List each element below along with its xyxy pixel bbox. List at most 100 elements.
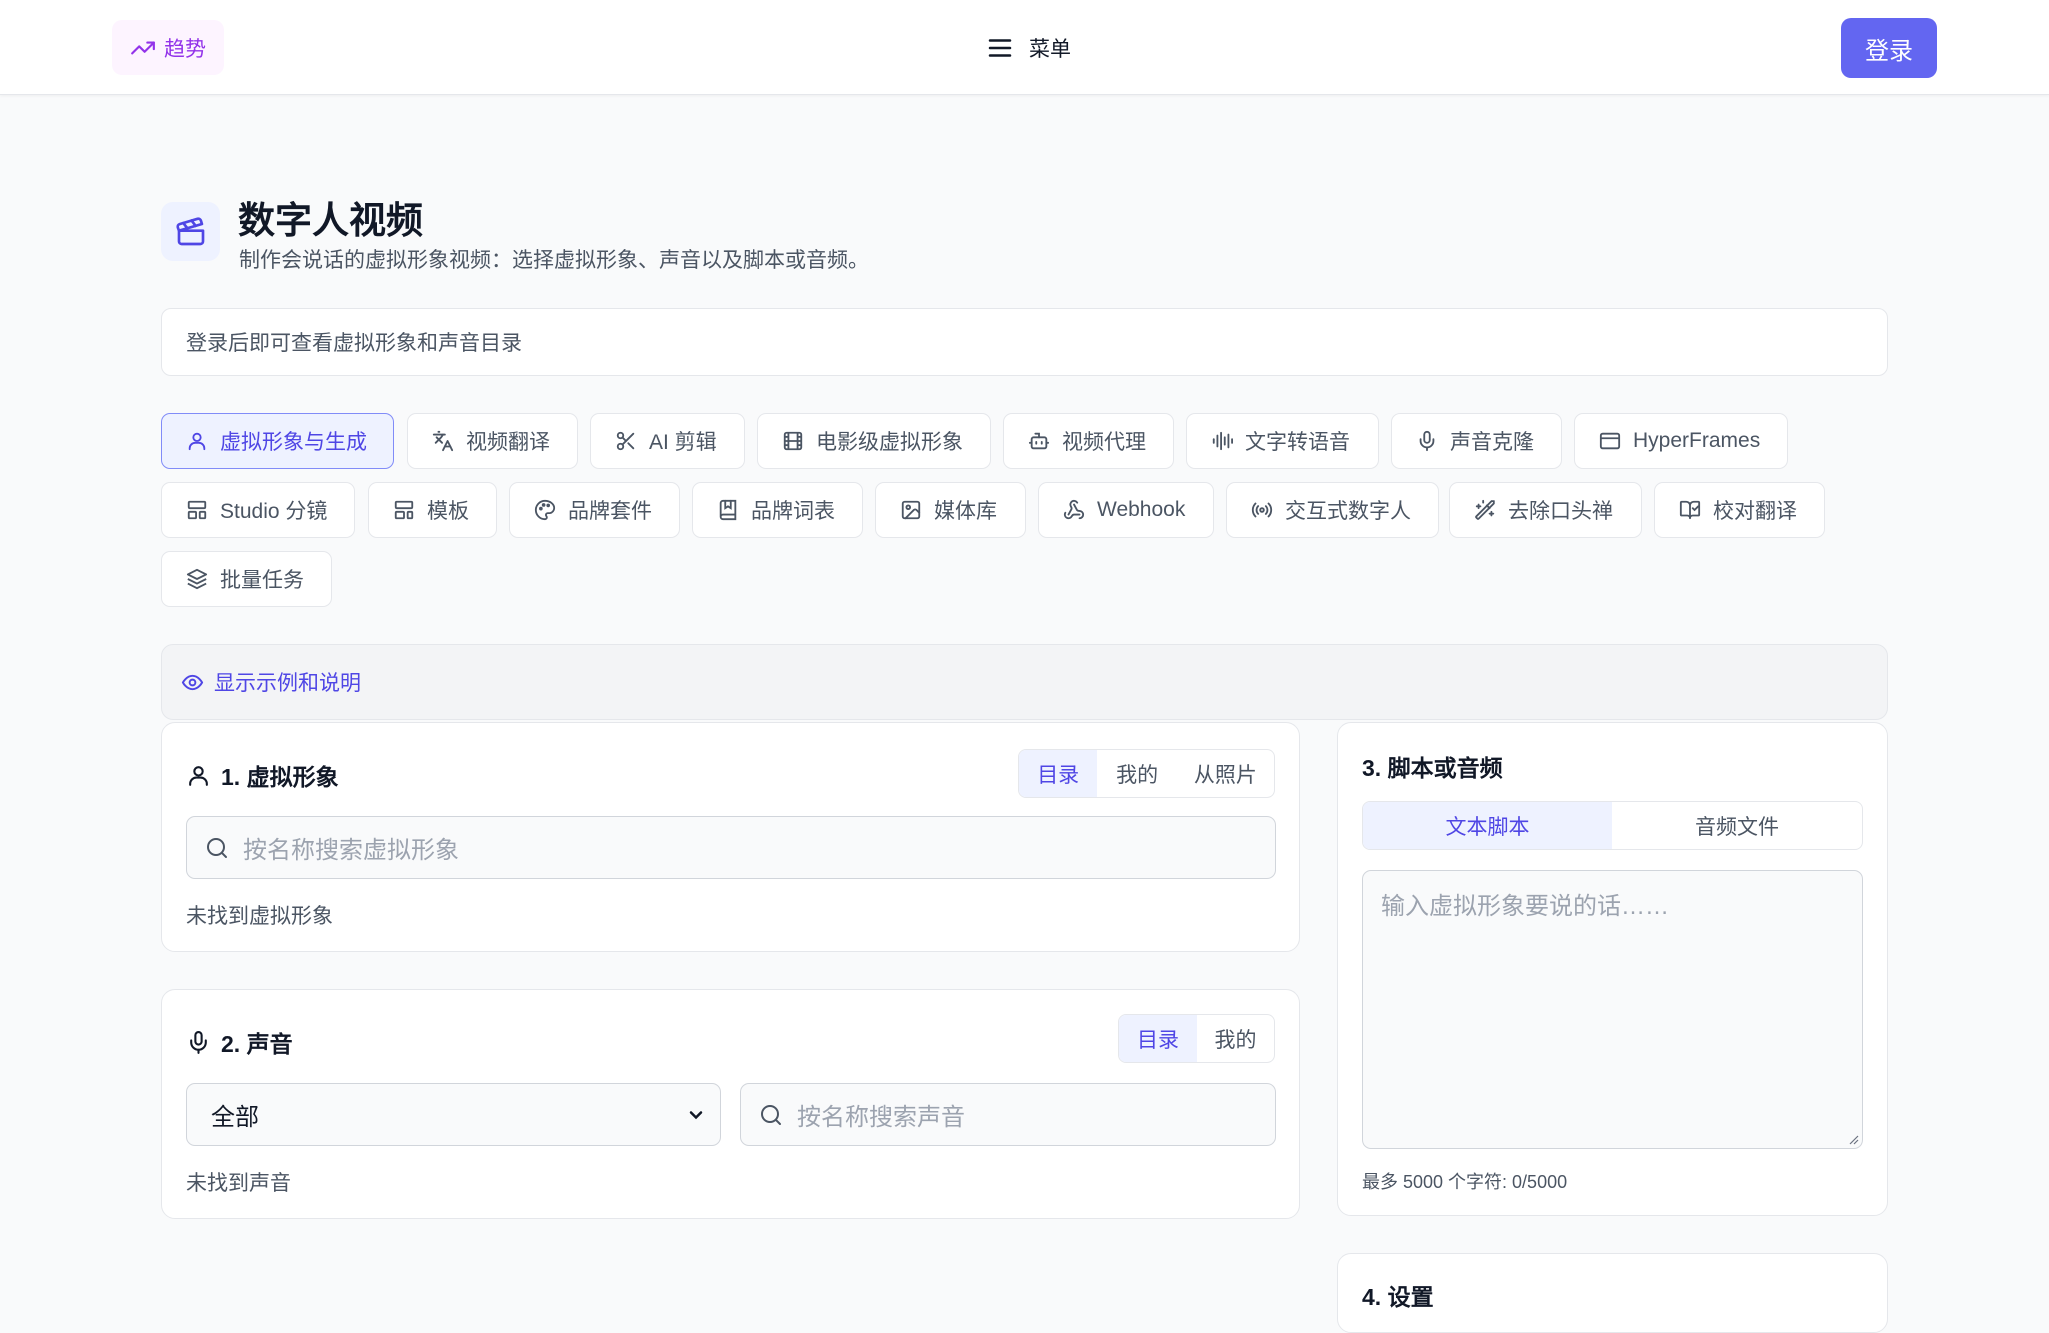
tab-label: 虚拟形象与生成 — [220, 431, 367, 454]
tab-label: 品牌词表 — [751, 500, 835, 523]
voice-search-input[interactable]: 按名称搜索声音 — [740, 1083, 1276, 1146]
tab-video-agent[interactable]: 视频代理 — [1003, 413, 1174, 469]
avatar-panel: 1. 虚拟形象 目录 我的 从照片 按名称搜索虚拟形象 未找到虚拟形象 — [161, 722, 1300, 952]
avatar-source-segmented: 目录 我的 从照片 — [1018, 749, 1275, 798]
user-icon — [186, 430, 208, 452]
webhook-icon — [1063, 499, 1085, 521]
tab-label: 媒体库 — [934, 500, 997, 523]
tab-webhook[interactable]: Webhook — [1038, 482, 1214, 538]
search-icon — [759, 1103, 783, 1127]
tab-label: 视频翻译 — [466, 431, 550, 454]
page-subtitle: 制作会说话的虚拟形象视频：选择虚拟形象、声音以及脚本或音频。 — [239, 249, 869, 272]
tab-proofread-translation[interactable]: 校对翻译 — [1654, 482, 1825, 538]
browser-window-icon — [1599, 430, 1621, 452]
tab-label: HyperFrames — [1633, 429, 1761, 452]
tab-text-to-speech[interactable]: 文字转语音 — [1186, 413, 1379, 469]
menu-label: 菜单 — [1029, 38, 1071, 61]
trends-label: 趋势 — [164, 37, 206, 61]
film-icon — [782, 430, 804, 452]
tab-label: 品牌套件 — [568, 500, 652, 523]
tab-ai-clip[interactable]: AI 剪辑 — [590, 413, 745, 469]
tab-studio-storyboard[interactable]: Studio 分镜 — [161, 482, 355, 538]
voice-category-value: 全部 — [211, 1104, 259, 1131]
avatar-search-input[interactable]: 按名称搜索虚拟形象 — [186, 816, 1276, 879]
tab-avatar-generation[interactable]: 虚拟形象与生成 — [161, 413, 394, 469]
magic-wand-icon — [1474, 499, 1496, 521]
tab-label: 声音克隆 — [1450, 431, 1534, 454]
radio-icon — [1251, 499, 1273, 521]
user-icon — [186, 763, 211, 788]
tab-video-translate[interactable]: 视频翻译 — [407, 413, 578, 469]
trending-up-icon — [130, 35, 156, 61]
image-icon — [900, 499, 922, 521]
tab-label: Webhook — [1097, 498, 1186, 521]
audio-waveform-icon — [1211, 430, 1233, 452]
translate-icon — [432, 430, 454, 452]
segment-catalog[interactable]: 目录 — [1119, 1015, 1197, 1062]
layout-icon — [186, 499, 208, 521]
avatar-search-placeholder: 按名称搜索虚拟形象 — [243, 837, 459, 864]
voice-category-select[interactable]: 全部 — [186, 1083, 721, 1146]
tab-remove-fillers[interactable]: 去除口头禅 — [1449, 482, 1642, 538]
login-button[interactable]: 登录 — [1841, 18, 1937, 78]
search-icon — [205, 836, 229, 860]
trends-button[interactable]: 趋势 — [112, 20, 224, 75]
avatar-empty-message: 未找到虚拟形象 — [186, 905, 333, 928]
settings-panel-title: 4. 设置 — [1362, 1284, 1434, 1310]
tab-label: 视频代理 — [1062, 431, 1146, 454]
voice-panel-heading: 2. 声音 — [186, 1025, 293, 1059]
tab-cinematic-avatar[interactable]: 电影级虚拟形象 — [757, 413, 991, 469]
avatar-panel-heading: 1. 虚拟形象 — [186, 758, 339, 792]
script-mode-segmented: 文本脚本 音频文件 — [1362, 801, 1863, 850]
script-textarea[interactable]: 输入虚拟形象要说的话…… — [1362, 870, 1863, 1149]
hamburger-icon — [985, 33, 1015, 63]
tab-interactive-avatar[interactable]: 交互式数字人 — [1226, 482, 1439, 538]
microphone-icon — [1416, 430, 1438, 452]
voice-search-placeholder: 按名称搜索声音 — [797, 1104, 965, 1131]
tab-batch-jobs[interactable]: 批量任务 — [161, 551, 332, 607]
segment-text-script[interactable]: 文本脚本 — [1363, 802, 1612, 849]
settings-panel: 4. 设置 — [1337, 1253, 1888, 1333]
tab-templates[interactable]: 模板 — [368, 482, 497, 538]
menu-button[interactable]: 菜单 — [985, 28, 1071, 68]
avatar-panel-title: 1. 虚拟形象 — [221, 764, 339, 790]
palette-icon — [534, 499, 556, 521]
tab-label: 交互式数字人 — [1285, 500, 1411, 523]
tab-label: Studio 分镜 — [220, 500, 328, 523]
tab-hyperframes[interactable]: HyperFrames — [1574, 413, 1788, 469]
segment-mine[interactable]: 我的 — [1097, 750, 1176, 797]
segment-mine[interactable]: 我的 — [1197, 1015, 1274, 1062]
tab-label: AI 剪辑 — [649, 431, 717, 454]
book-check-icon — [1679, 499, 1701, 521]
microphone-icon — [186, 1030, 211, 1055]
examples-toggle-label: 显示示例和说明 — [214, 672, 361, 695]
settings-panel-heading: 4. 设置 — [1362, 1278, 1434, 1312]
segment-from-photo[interactable]: 从照片 — [1177, 750, 1274, 797]
segment-audio-file[interactable]: 音频文件 — [1612, 802, 1862, 849]
clapperboard-icon — [161, 202, 220, 261]
tab-label: 校对翻译 — [1713, 500, 1797, 523]
template-icon — [393, 499, 415, 521]
login-notice: 登录后即可查看虚拟形象和声音目录 — [161, 308, 1888, 376]
bot-icon — [1028, 430, 1050, 452]
top-header: 趋势 菜单 登录 — [0, 0, 2049, 95]
voice-source-segmented: 目录 我的 — [1118, 1014, 1275, 1063]
segment-catalog[interactable]: 目录 — [1019, 750, 1098, 797]
tab-label: 模板 — [427, 500, 469, 523]
tab-label: 批量任务 — [220, 569, 304, 592]
tab-brand-kit[interactable]: 品牌套件 — [509, 482, 680, 538]
tab-brand-glossary[interactable]: 品牌词表 — [692, 482, 863, 538]
script-panel-title: 3. 脚本或音频 — [1362, 755, 1503, 781]
scissors-icon — [615, 430, 637, 452]
examples-toggle[interactable]: 显示示例和说明 — [161, 644, 1888, 720]
script-textarea-placeholder: 输入虚拟形象要说的话…… — [1381, 893, 1669, 920]
tab-label: 电影级虚拟形象 — [816, 431, 963, 454]
tab-media-library[interactable]: 媒体库 — [875, 482, 1026, 538]
voice-empty-message: 未找到声音 — [186, 1172, 291, 1195]
tab-label: 去除口头禅 — [1508, 500, 1613, 523]
resize-handle-icon[interactable] — [1847, 1133, 1859, 1145]
layers-icon — [186, 568, 208, 590]
book-icon — [717, 499, 739, 521]
tab-voice-clone[interactable]: 声音克隆 — [1391, 413, 1562, 469]
tab-label: 文字转语音 — [1245, 431, 1350, 454]
